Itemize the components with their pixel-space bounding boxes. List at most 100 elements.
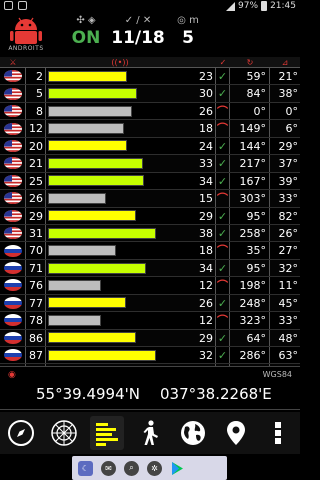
signal-bar — [48, 349, 156, 361]
signal-bar — [48, 279, 101, 291]
signal-bar — [48, 314, 101, 326]
used-check-icon: ✓ — [216, 137, 230, 155]
ad-banner[interactable]: ☾ ✉ ⌕ ✲ — [72, 456, 227, 480]
status-bar-notifications — [4, 1, 27, 10]
country-flag-icon — [0, 120, 26, 137]
table-row[interactable]: 5 30 ✓ 84° 38° — [0, 85, 300, 103]
table-row[interactable]: 25 34 ✓ 167° 39° — [0, 172, 300, 191]
signal-strength: 18 — [194, 120, 216, 137]
logo-text: ANDROITS — [8, 45, 44, 52]
used-check-icon: ✓ — [216, 85, 230, 102]
country-flag-icon — [0, 259, 26, 277]
overflow-menu-button[interactable] — [261, 416, 295, 450]
accuracy-unit: m — [189, 15, 199, 26]
used-check-icon: ✓ — [216, 68, 230, 85]
signal-bars-button[interactable] — [90, 416, 125, 450]
gear-icon[interactable]: ✲ — [147, 460, 162, 476]
table-row[interactable]: 20 24 ✓ 144° 29° — [0, 137, 300, 156]
azimuth-icon[interactable]: ↻ — [230, 58, 270, 67]
country-flag-icon — [0, 85, 26, 102]
table-row[interactable]: 78 12 ⌒ 323° 33° — [0, 312, 300, 330]
signal-strength: 38 — [194, 224, 216, 242]
unused-dash-icon: ⌒ — [217, 277, 230, 294]
radar-button[interactable] — [47, 416, 81, 450]
satellite-prn: 77 — [26, 294, 46, 312]
walk-button[interactable] — [133, 416, 167, 450]
signal-strength: 29 — [194, 329, 216, 346]
signal-bar-cell — [46, 330, 194, 346]
azimuth: 323° — [230, 312, 270, 329]
table-row[interactable]: 26 15 ⌒ 303° 33° — [0, 190, 300, 208]
moon-app-icon[interactable]: ☾ — [78, 460, 93, 476]
signal-strength: 24 — [194, 137, 216, 155]
compass-button[interactable] — [4, 416, 38, 450]
elevation: 33° — [278, 192, 299, 206]
satellite-prn: 26 — [26, 190, 46, 207]
table-row[interactable]: 21 33 ✓ 217° 37° — [0, 155, 300, 173]
signal-strength: 15 — [194, 190, 216, 207]
unused-dash-icon: ⌒ — [217, 102, 230, 120]
search-icon[interactable]: ⌕ — [124, 460, 139, 476]
used-check-icon: ✓ — [216, 172, 230, 190]
country-flag-icon — [0, 68, 26, 85]
play-store-icon[interactable] — [170, 461, 185, 476]
unused-dash-icon: ⌒ — [217, 312, 230, 329]
table-row[interactable]: 8 26 ⌒ 0° 0° — [0, 102, 300, 121]
table-row[interactable]: 71 34 ✓ 95° 32° — [0, 259, 300, 278]
table-row[interactable]: 76 12 ⌒ 198° 11° — [0, 277, 300, 295]
signal-bar-cell — [46, 173, 194, 189]
table-row[interactable]: 12 18 ⌒ 149° 6° — [0, 120, 300, 138]
signal-icon — [226, 1, 236, 11]
used-check-icon: ✓ — [216, 155, 230, 172]
mail-icon[interactable]: ✉ — [101, 460, 116, 476]
signal-strength: 12 — [194, 312, 216, 329]
location-button[interactable] — [219, 416, 253, 450]
used-check-icon: ✓ — [216, 259, 230, 277]
elevation: 32° — [278, 261, 299, 275]
elevation-icon[interactable]: ⊿ — [270, 58, 300, 67]
used-check-icon: ✓ — [216, 294, 230, 312]
battery-icon — [261, 1, 268, 11]
signal-bar — [48, 227, 156, 239]
accuracy-icon: ◎ m — [177, 15, 199, 26]
satellite-icon[interactable]: ⚔ — [0, 58, 26, 67]
elevation: 82° — [278, 209, 299, 223]
unused-dash-icon: ⌒ — [217, 242, 230, 259]
used-check-icon: ✓ — [216, 347, 230, 364]
satellite-prn: 2 — [26, 68, 46, 85]
signal-bar-cell — [46, 347, 194, 363]
table-row[interactable]: 2 23 ✓ 59° 21° — [0, 68, 300, 86]
country-flag-icon — [0, 137, 26, 155]
image-icon — [18, 1, 27, 10]
table-row[interactable]: 77 26 ✓ 248° 45° — [0, 294, 300, 313]
signal-icon[interactable]: ((•)) — [46, 58, 194, 67]
used-icon[interactable]: ✓ — [216, 58, 230, 67]
coordinates-panel: ◉ WGS84 55°39.4994'N 037°38.2268'E — [0, 366, 300, 410]
country-flag-icon — [0, 190, 26, 207]
azimuth: 248° — [230, 294, 270, 312]
table-row[interactable]: 86 29 ✓ 64° 48° — [0, 329, 300, 347]
gps-status[interactable]: ✣ ◈ ON — [68, 14, 104, 49]
elevation: 38° — [278, 87, 299, 101]
satellites-value: 11/18 — [111, 28, 165, 48]
satellite-prn: 21 — [26, 155, 46, 172]
table-row[interactable]: 31 38 ✓ 258° 26° — [0, 224, 300, 243]
radar-icon — [51, 420, 78, 446]
status-bar-system: 97% 21:45 — [226, 1, 296, 11]
elevation: 21° — [278, 70, 299, 83]
elevation: 11° — [278, 279, 299, 293]
signal-bar — [48, 210, 136, 222]
satellite-table: ⚔ ((•)) ✓ ↻ ⊿ 2 23 ✓ 59° 21° 5 30 ✓ 84° 38° 8 26 ⌒ 0°… — [0, 57, 300, 382]
table-row[interactable]: 29 29 ✓ 95° 82° — [0, 207, 300, 225]
signal-bar-cell — [46, 120, 194, 136]
signal-bar-cell — [46, 190, 194, 206]
signal-bar — [48, 88, 137, 100]
table-row[interactable]: 70 18 ⌒ 35° 27° — [0, 242, 300, 260]
accuracy-value: 5 — [182, 28, 194, 48]
globe-button[interactable] — [176, 416, 210, 450]
azimuth: 0° — [230, 102, 270, 120]
table-row[interactable]: 87 32 ✓ 286° 63° — [0, 347, 300, 365]
satellite-prn: 78 — [26, 312, 46, 329]
accuracy: ◎ m 5 — [170, 14, 206, 49]
signal-strength: 32 — [194, 347, 216, 364]
